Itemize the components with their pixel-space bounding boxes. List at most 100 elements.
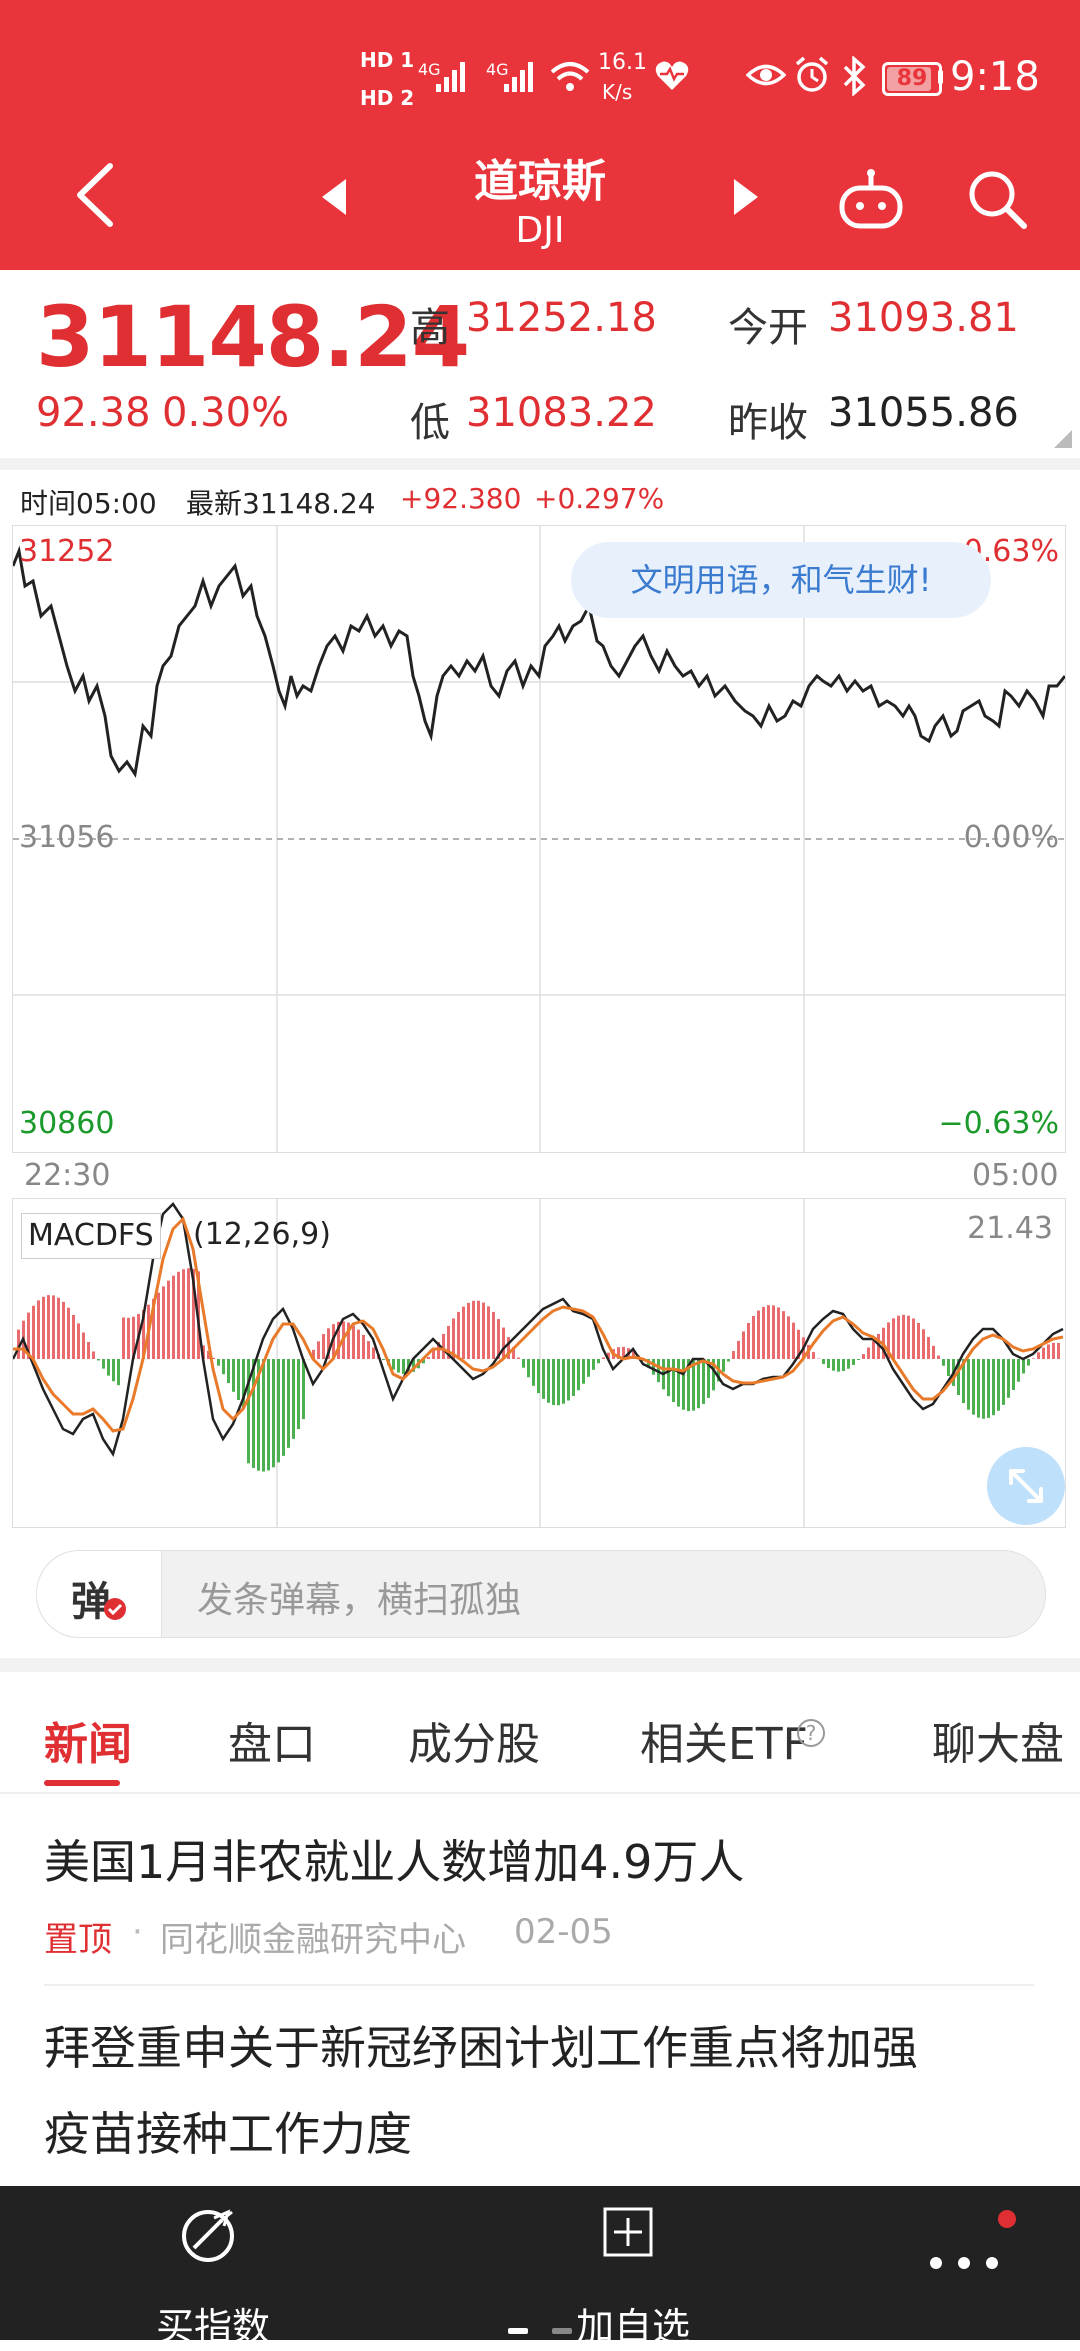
macd-histogram-bar (747, 1323, 750, 1359)
expand-arrows-icon (987, 1447, 1065, 1525)
prev-index-icon[interactable] (316, 175, 352, 219)
high-label: 高 (410, 295, 450, 353)
macd-histogram-bar (247, 1359, 250, 1463)
macd-histogram-bar (172, 1276, 175, 1359)
macd-histogram-bar (932, 1346, 935, 1359)
danmu-toggle[interactable]: 弹 (37, 1551, 162, 1637)
tab-related-etf[interactable]: 相关ETF (640, 1708, 808, 1772)
add-watchlist-icon[interactable] (602, 2206, 654, 2258)
macd-histogram-bar (262, 1359, 265, 1472)
tab-news[interactable]: 新闻 (44, 1708, 132, 1772)
battery-level: 89 (885, 65, 939, 93)
open-label: 今开 (728, 295, 808, 353)
intraday-chart[interactable]: 31252 31056 30860 +0.63% 0.00% −0.63% 文明… (12, 525, 1066, 1153)
buy-index-button[interactable]: 买指数 (156, 2296, 270, 2351)
network-speed-unit: K/s (602, 80, 632, 104)
danmu-input-bar[interactable]: 弹 发条弹幕，横扫孤独 (36, 1550, 1046, 1638)
macd-histogram-bar (752, 1316, 755, 1359)
macd-histogram-bar (732, 1351, 735, 1359)
health-heart-icon (654, 58, 690, 92)
low-value: 31083.22 (466, 390, 657, 436)
more-menu-icon[interactable] (926, 2248, 1002, 2278)
next-index-icon[interactable] (728, 175, 764, 219)
macd-histogram-bar (322, 1334, 325, 1359)
macd-histogram-bar (852, 1359, 855, 1365)
macd-histogram-bar (792, 1323, 795, 1359)
macd-histogram-bar (702, 1359, 705, 1404)
high-value: 31252.18 (466, 295, 657, 341)
macd-histogram-bar (1012, 1359, 1015, 1390)
news-item-title[interactable]: 美国1月非农就业人数增加4.9万人 (44, 1826, 744, 1892)
macd-histogram-bar (562, 1359, 565, 1404)
tab-order-book[interactable]: 盘口 (228, 1708, 316, 1772)
add-watchlist-button[interactable]: 加自选 (576, 2296, 690, 2351)
back-arrow-icon[interactable] (70, 160, 120, 230)
macd-histogram-bar (237, 1359, 240, 1400)
robot-assistant-icon[interactable] (836, 168, 906, 232)
battery-tip (938, 70, 943, 84)
macd-histogram-bar (297, 1359, 300, 1429)
macd-label[interactable]: MACDFS (21, 1213, 161, 1259)
macd-histogram-bar (557, 1359, 560, 1405)
macd-histogram-bar (822, 1359, 825, 1364)
tab-discussion[interactable]: 聊大盘 (932, 1708, 1064, 1772)
macd-histogram-bar (1002, 1359, 1005, 1405)
macd-histogram-bar (487, 1306, 490, 1359)
macd-histogram-bar (1007, 1359, 1010, 1398)
fullscreen-button[interactable] (987, 1447, 1065, 1525)
macd-histogram-bar (292, 1359, 295, 1439)
news-item-title-2-line1[interactable]: 拜登重申关于新冠纾困计划工作重点将加强 (44, 2012, 918, 2078)
intraday-chart-svg (13, 526, 1065, 1152)
macd-histogram-bar (287, 1359, 290, 1448)
macd-histogram-bar (457, 1312, 460, 1359)
price-change: 92.38 (36, 390, 151, 436)
macd-histogram-bar (902, 1315, 905, 1359)
help-icon[interactable]: ? (796, 1718, 826, 1748)
macd-histogram-bar (682, 1359, 685, 1410)
macd-chart-svg (13, 1199, 1065, 1527)
news-divider (44, 1984, 1034, 1986)
macd-histogram-bar (357, 1330, 360, 1359)
macd-histogram-bar (282, 1359, 285, 1456)
macd-histogram-bar (102, 1359, 105, 1369)
current-price: 31148.24 (36, 288, 469, 386)
open-value: 31093.81 (828, 295, 1019, 341)
macd-histogram-bar (602, 1357, 605, 1359)
macd-histogram-bar (352, 1325, 355, 1359)
news-dot: · (132, 1912, 143, 1952)
macd-histogram-bar (1047, 1344, 1050, 1359)
macd-histogram-bar (372, 1348, 375, 1359)
news-item-title-2-line2[interactable]: 疫苗接种工作力度 (44, 2098, 412, 2164)
pct-axis-low: −0.63% (939, 1106, 1059, 1141)
x-axis-end: 05:00 (972, 1158, 1058, 1193)
macd-histogram-bar (67, 1308, 70, 1359)
danmu-input[interactable]: 发条弹幕，横扫孤独 (197, 1571, 521, 1623)
macd-histogram-bar (367, 1341, 370, 1359)
hd1-indicator: HD 1 (360, 48, 414, 72)
x-axis-start: 22:30 (24, 1158, 110, 1193)
macd-histogram-bar (992, 1359, 995, 1415)
macd-histogram-bar (837, 1359, 840, 1372)
macd-histogram-bar (177, 1272, 180, 1359)
buy-index-icon[interactable] (176, 2204, 240, 2268)
expand-corner-icon[interactable] (1052, 428, 1074, 450)
tab-constituents[interactable]: 成分股 (408, 1708, 540, 1772)
macd-histogram-bar (967, 1359, 970, 1410)
section-divider-2 (0, 1658, 1080, 1672)
macd-histogram-bar (112, 1359, 115, 1381)
macd-histogram-bar (127, 1318, 130, 1359)
macd-histogram-bar (467, 1303, 470, 1359)
low-label: 低 (410, 390, 450, 448)
macd-histogram-bar (922, 1329, 925, 1359)
macd-histogram-bar (582, 1359, 585, 1384)
macd-histogram-bar (427, 1357, 430, 1359)
macd-chart[interactable]: MACDFS (12,26,9) 21.43 (12, 1198, 1066, 1528)
y-axis-low: 30860 (19, 1106, 114, 1141)
search-icon[interactable] (966, 168, 1028, 230)
macd-histogram-bar (517, 1358, 520, 1359)
macd-histogram-bar (787, 1316, 790, 1359)
macd-histogram-bar (697, 1359, 700, 1408)
page-title: 道琼斯 (390, 145, 690, 209)
macd-histogram-bar (727, 1359, 730, 1361)
macd-histogram-bar (217, 1359, 220, 1366)
